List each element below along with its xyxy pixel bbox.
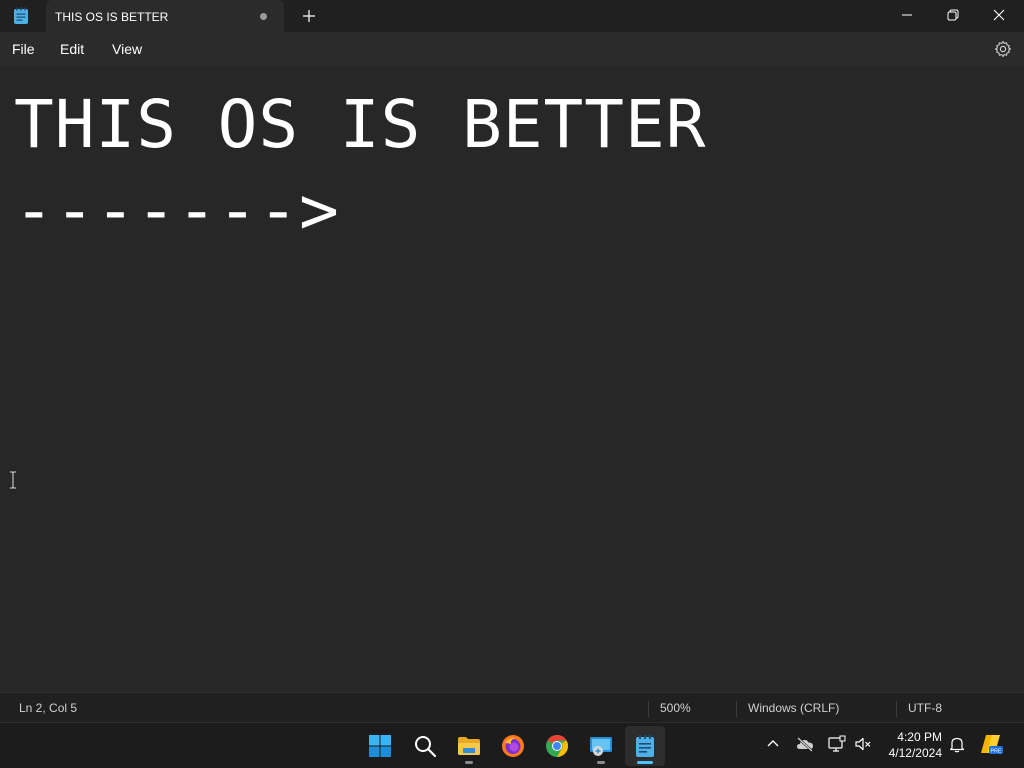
notification-bell-icon[interactable] [948,735,966,753]
cursor-position: Ln 2, Col 5 [19,701,78,715]
notepad-taskbar-button[interactable] [625,726,665,766]
tab-title: THIS OS IS BETTER [55,10,169,24]
notepad-icon [14,7,28,24]
menu-edit[interactable]: Edit [60,41,84,57]
zoom-level[interactable]: 500% [660,701,691,715]
remote-desktop-button[interactable] [581,726,621,766]
status-divider [896,701,897,717]
running-indicator [465,761,473,764]
text-cursor-icon [10,471,16,489]
clock-time: 4:20 PM [897,730,942,744]
running-indicator [597,761,605,764]
chrome-button[interactable] [537,726,577,766]
system-clock[interactable]: 4:20 PM 4/12/2024 [884,729,942,761]
pre-badge-icon: PRE [990,749,1002,755]
display-icon[interactable] [828,735,846,753]
onedrive-offline-icon[interactable] [796,735,814,753]
maximize-button[interactable] [930,0,976,32]
windows-start-icon [369,735,391,757]
firefox-icon [502,735,524,757]
search-icon [415,736,437,758]
plus-icon[interactable] [300,7,318,25]
file-explorer-icon [458,737,480,755]
close-icon [993,9,1005,21]
active-indicator [637,761,653,764]
unsaved-dot-icon[interactable] [260,13,267,20]
chrome-icon [546,735,568,757]
menu-bar: File Edit View [0,32,1024,66]
minimize-icon [902,14,912,16]
clock-date: 4/12/2024 [888,746,942,760]
file-explorer-button[interactable] [449,726,489,766]
firefox-button[interactable] [493,726,533,766]
search-button[interactable] [405,726,445,766]
status-divider [736,701,737,717]
line-ending[interactable]: Windows (CRLF) [748,701,839,715]
start-button[interactable] [360,726,400,766]
notepad-icon [636,735,654,757]
encoding[interactable]: UTF-8 [908,701,942,715]
minimize-button[interactable] [884,0,930,32]
taskbar: 4:20 PM 4/12/2024 PRE [0,722,1024,768]
editor-line-2[interactable]: -------> [14,178,340,244]
title-bar[interactable]: THIS OS IS BETTER [0,0,1024,32]
status-bar: Ln 2, Col 5 500% Windows (CRLF) UTF-8 [0,692,1024,722]
editor-line-1[interactable]: THIS OS IS BETTER [14,92,707,158]
text-editor[interactable]: THIS OS IS BETTER -------> [0,66,1024,692]
close-button[interactable] [976,0,1022,32]
tab-document[interactable]: THIS OS IS BETTER [46,0,284,32]
gear-icon[interactable] [994,40,1012,58]
status-divider [648,701,649,717]
copilot-pre-icon[interactable]: PRE [980,732,1004,756]
chevron-up-icon[interactable] [764,735,782,753]
volume-muted-icon[interactable] [854,735,872,753]
maximize-icon [947,9,959,21]
menu-view[interactable]: View [112,41,142,57]
menu-file[interactable]: File [12,41,35,57]
remote-desktop-icon [590,737,612,756]
